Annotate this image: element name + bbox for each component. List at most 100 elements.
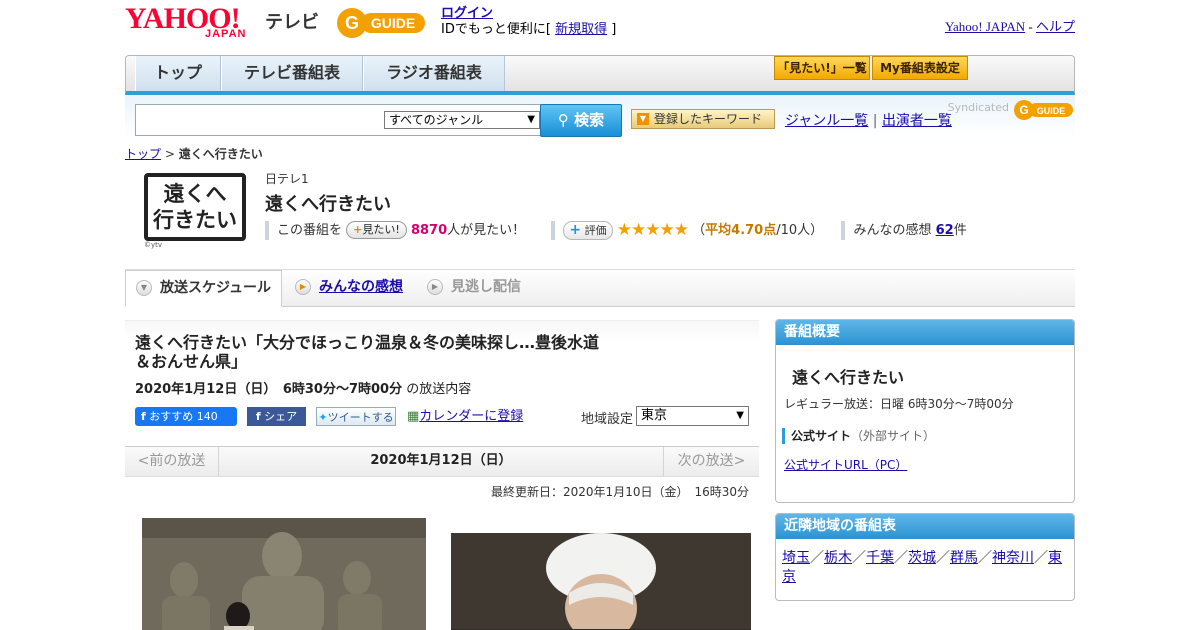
signup-bracket: ] — [611, 22, 617, 37]
meta-divider — [551, 221, 556, 240]
tweet-button[interactable]: ✦ツイートする — [316, 407, 396, 426]
calendar-icon: ▦ — [407, 409, 420, 424]
genre-select-value: すべてのジャンル — [389, 113, 484, 127]
nearby-regions-panel: 近隣地域の番組表 埼玉／栃木／千葉／茨城／群馬／神奈川／東京 — [775, 513, 1075, 601]
search-bar: すべてのジャンル ▼ ⚲ 検索 ▼ 登録したキーワード ジャンル一覧 | 出演者… — [125, 95, 1075, 137]
region-link-ibaraki[interactable]: 茨城 — [908, 550, 936, 566]
region-sep: ／ — [894, 550, 908, 566]
reviews-unit: 件 — [953, 223, 967, 238]
meta-divider — [841, 221, 846, 240]
regular-broadcast: レギュラー放送：日曜 6時30分～7時00分 — [784, 397, 1014, 411]
nearby-region-list: 埼玉／栃木／千葉／茨城／群馬／神奈川／東京 — [782, 549, 1072, 587]
region-sep: ／ — [810, 550, 824, 566]
facebook-share-label: シェア — [264, 410, 298, 423]
gguide-logo: G GUIDE — [337, 8, 425, 38]
program-thumbnail-line2: 行きたい — [153, 208, 237, 232]
cast-list-link[interactable]: 出演者一覧 — [882, 113, 952, 129]
region-select[interactable]: 東京 ▼ — [636, 406, 749, 426]
program-subtabs: ▼ 放送スケジュール ▶ みんなの感想 ▶ 見逃し配信 — [125, 269, 1075, 307]
episode-date-suffix: の放送内容 — [406, 382, 472, 397]
program-overview-panel: 番組概要 遠くへ行きたい レギュラー放送：日曜 6時30分～7時00分 公式サイ… — [775, 319, 1075, 503]
region-link-tochigi[interactable]: 栃木 — [824, 550, 852, 566]
thumbnail-copyright: ©ytv — [144, 241, 163, 249]
genre-list-link[interactable]: ジャンル一覧 — [785, 113, 868, 129]
genre-select[interactable]: すべてのジャンル ▼ — [384, 111, 540, 129]
tab-label: みんなの感想 — [319, 279, 403, 295]
my-schedule-button[interactable]: My番組表設定 — [872, 56, 968, 80]
watchlist-button[interactable]: 「見たい!」一覧 — [774, 56, 870, 80]
next-broadcast-link[interactable]: 次の放送> — [663, 447, 759, 476]
mitai-prefix: この番組を — [277, 223, 343, 238]
facebook-icon: f — [255, 410, 261, 423]
region-link-chiba[interactable]: 千葉 — [866, 550, 894, 566]
nearby-header: 近隣地域の番組表 — [776, 514, 1074, 539]
header-link-separator: - — [1025, 19, 1036, 34]
registered-keyword-button[interactable]: ▼ 登録したキーワード — [631, 109, 775, 129]
tab-top[interactable]: トップ — [135, 56, 221, 91]
mitai-button[interactable]: +見たい! — [346, 221, 407, 239]
facebook-share-button[interactable]: f シェア — [247, 407, 306, 426]
plus-icon: + — [353, 223, 363, 236]
region-link-saitama[interactable]: 埼玉 — [782, 550, 810, 566]
login-box: ログイン IDでもっと便利に[ 新規取得 ] — [441, 6, 616, 38]
header-links: Yahoo! JAPAN - ヘルプ — [945, 16, 1075, 35]
facebook-recommend-button[interactable]: f おすすめ 140 — [135, 407, 237, 426]
search-button[interactable]: ⚲ 検索 — [540, 104, 622, 137]
episode-date: 2020年1月12日（日） 6時30分～7時00分 — [135, 382, 403, 397]
breadcrumb-current: 遠くへ行きたい — [178, 147, 263, 161]
reviews-count-link[interactable]: 62 — [936, 223, 954, 238]
broadcast-pager: <前の放送 2020年1月12日（日） 次の放送> — [125, 446, 759, 477]
signup-link[interactable]: 新規取得 — [555, 22, 607, 37]
current-broadcast-date: 2020年1月12日（日） — [370, 453, 512, 468]
tab-label: 放送スケジュール — [160, 280, 272, 296]
chevron-down-icon: ▼ — [136, 280, 152, 296]
calendar-register[interactable]: ▦カレンダーに登録 — [407, 407, 523, 426]
gguide-logo-text: GUIDE — [371, 15, 415, 31]
chevron-down-icon: ▼ — [736, 410, 744, 421]
tab-broadcast-schedule[interactable]: ▼ 放送スケジュール — [125, 270, 282, 307]
calendar-register-link[interactable]: カレンダーに登録 — [419, 409, 523, 424]
episode-photo-sand-bath — [451, 533, 751, 630]
program-thumbnail-line1: 遠くへ — [163, 182, 227, 206]
region-label: 地域設定 — [581, 412, 634, 427]
mitai-button-label: 見たい! — [362, 223, 400, 236]
search-button-label: 検索 — [574, 111, 605, 129]
reviews-label: みんなの感想 — [853, 223, 932, 238]
facebook-recommend-label: おすすめ 140 — [149, 410, 218, 423]
region-sep: ／ — [936, 550, 950, 566]
tab-reviews[interactable]: ▶ みんなの感想 — [285, 270, 415, 307]
rate-button[interactable]: + 評価 — [563, 221, 613, 240]
episode-datetime: 2020年1月12日（日） 6時30分～7時00分 の放送内容 — [135, 378, 471, 397]
twitter-bird-icon: ✦ — [318, 411, 328, 424]
prev-broadcast-link[interactable]: <前の放送 — [125, 447, 219, 476]
region-link-kanagawa[interactable]: 神奈川 — [992, 550, 1034, 566]
help-link[interactable]: ヘルプ — [1036, 19, 1075, 34]
episode-photo-buddha-statues — [142, 518, 426, 630]
region-sep: ／ — [978, 550, 992, 566]
yahoo-japan-link[interactable]: Yahoo! JAPAN — [945, 19, 1025, 34]
login-note: IDでもっと便利に[ — [441, 22, 551, 37]
tab-tv-schedule[interactable]: テレビ番組表 — [221, 56, 363, 91]
tweet-label: ツイートする — [327, 411, 394, 424]
episode-title: 遠くへ行きたい「大分でほっこり温泉＆冬の美味探し…豊後水道＆おんせん県」 — [135, 333, 600, 371]
link-divider: | — [868, 113, 882, 129]
region-sep: ／ — [1034, 550, 1048, 566]
gguide-small-logo: G GUIDE — [1014, 100, 1073, 120]
login-link[interactable]: ログイン — [441, 6, 493, 21]
avg-open: （ — [692, 223, 706, 238]
episode-column: 遠くへ行きたい「大分でほっこり温泉＆冬の美味探し…豊後水道＆おんせん県」 202… — [125, 320, 759, 630]
play-arrow-icon: ▶ — [427, 279, 443, 295]
tab-radio-schedule[interactable]: ラジオ番組表 — [363, 56, 505, 91]
facebook-icon: f — [141, 410, 146, 423]
mitai-suffix: 人が見たい！ — [447, 223, 526, 238]
rating-count: /10人） — [776, 223, 824, 238]
overview-title: 遠くへ行きたい — [792, 368, 905, 387]
episode-info: 遠くへ行きたい「大分でほっこり温泉＆冬の美味探し…豊後水道＆おんせん県」 202… — [125, 320, 759, 446]
mitai-count: 8870 — [410, 223, 448, 238]
tv-logo-text[interactable]: テレビ — [265, 8, 319, 34]
region-select-value: 東京 — [641, 408, 668, 423]
region-link-gunma[interactable]: 群馬 — [950, 550, 978, 566]
search-icon: ⚲ — [557, 111, 569, 129]
official-site-url-link[interactable]: 公式サイトURL（PC） — [784, 456, 907, 473]
breadcrumb-top-link[interactable]: トップ — [125, 147, 161, 161]
